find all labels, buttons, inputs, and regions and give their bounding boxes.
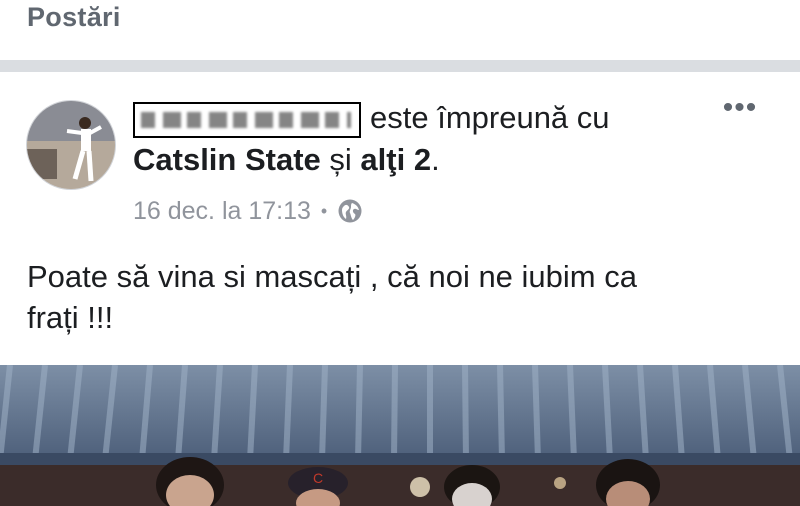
post-photo-image: C <box>0 365 800 506</box>
redaction-scribble <box>141 112 351 128</box>
post-card: este împreună cu Catslin State și alţi 2… <box>0 72 800 506</box>
tagged-person-link[interactable]: Catslin State <box>133 142 321 177</box>
section-title: Postări <box>27 2 121 32</box>
section-divider <box>0 60 800 72</box>
redacted-author-name <box>133 102 361 138</box>
post-timestamp[interactable]: 16 dec. la 17:13 <box>133 197 311 226</box>
post-text-line-2: frați !!! <box>27 300 114 335</box>
profile-avatar[interactable] <box>26 100 116 190</box>
avatar-photo <box>27 101 115 189</box>
post-meta: 16 dec. la 17:13 • <box>133 194 363 228</box>
conjunction-text: și <box>329 142 352 177</box>
globe-icon[interactable] <box>337 198 363 224</box>
others-link[interactable]: alţi 2 <box>360 142 431 177</box>
section-header: Postări <box>0 0 800 60</box>
svg-text:C: C <box>313 470 323 486</box>
more-options-button[interactable]: ••• <box>718 93 762 126</box>
post-text: Poate să vina si mascați , că noi ne iub… <box>27 256 767 338</box>
post-photo[interactable]: C <box>0 365 800 506</box>
post-text-line-1: Poate să vina si mascați , că noi ne iub… <box>27 259 637 294</box>
post-header-tags: Catslin State și alţi 2. <box>133 142 440 178</box>
meta-separator: • <box>320 200 328 221</box>
post-header-with: este împreună cu <box>370 100 610 135</box>
period-text: . <box>431 142 440 177</box>
